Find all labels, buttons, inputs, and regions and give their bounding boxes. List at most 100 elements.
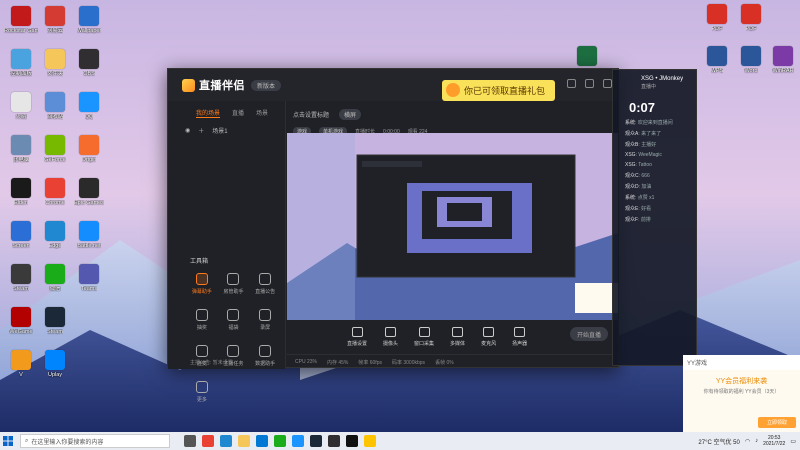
douyin-icon[interactable]: [346, 435, 358, 447]
chat-user[interactable]: XSG: [625, 152, 636, 158]
desktop-icon[interactable]: V: [4, 350, 38, 390]
desktop-icon[interactable]: 网易云: [38, 6, 72, 46]
chat-panel[interactable]: XSG • JMonkey 直播中 0:07 系统: 欢迎来到直播间 观众A: 来…: [612, 69, 697, 366]
chat-user[interactable]: 系统: [625, 120, 635, 126]
desktop-icon[interactable]: WeGame: [4, 307, 38, 347]
start-button[interactable]: [0, 432, 16, 450]
edge-icon[interactable]: [220, 435, 232, 447]
gift-banner[interactable]: 你已可领取直播礼包: [442, 80, 555, 101]
desktop-icon[interactable]: 火绒: [4, 92, 38, 132]
desktop-icon[interactable]: Origin: [72, 135, 106, 175]
volume-icon[interactable]: ♪: [755, 438, 758, 444]
add-icon[interactable]: ＋: [198, 126, 204, 135]
steam-icon[interactable]: [310, 435, 322, 447]
clock[interactable]: 20:53 2021/7/22: [763, 435, 785, 447]
desktop-icon[interactable]: Edge: [38, 221, 72, 261]
desktop-icon[interactable]: 此电脑: [4, 135, 38, 175]
version-badge[interactable]: 新版本: [251, 79, 282, 91]
weather-text[interactable]: 27°C 空气优 50: [698, 437, 739, 446]
desktop-icon[interactable]: WinRAR: [766, 46, 800, 86]
tab-scene[interactable]: 场景: [256, 108, 268, 118]
tool-item[interactable]: 更多: [186, 381, 218, 403]
chat-text: 加油: [641, 184, 652, 190]
wechat-icon[interactable]: [274, 435, 286, 447]
chat-user[interactable]: 系统: [625, 195, 635, 201]
qq-icon[interactable]: [292, 435, 304, 447]
control-button[interactable]: 扬声器: [512, 327, 527, 347]
title-setting-link[interactable]: 点击设置标题: [293, 110, 329, 119]
stream-preview[interactable]: [287, 133, 618, 320]
yy-claim-button[interactable]: 立即领取: [758, 417, 796, 428]
desktop-icon[interactable]: 回收站: [38, 92, 72, 132]
control-button[interactable]: 直播设置: [347, 327, 367, 347]
chat-user[interactable]: 观众F: [625, 217, 638, 223]
desktop-icon[interactable]: Epic Games: [72, 178, 106, 218]
tab-live[interactable]: 直播: [232, 108, 244, 118]
desktop-icon[interactable]: Teams: [72, 264, 106, 304]
app-icon: [11, 350, 31, 370]
desktop-icon[interactable]: 文件夹: [38, 49, 72, 89]
yy-icon[interactable]: [364, 435, 376, 447]
maximize-icon[interactable]: [585, 79, 594, 88]
chat-line: 观众B: 主播好: [613, 137, 696, 148]
tool-item[interactable]: 录屏: [249, 309, 281, 331]
chat-user[interactable]: 观众A: [625, 131, 638, 137]
control-button[interactable]: 麦克风: [481, 327, 496, 347]
taskbar-search[interactable]: ⌕ 在这里输入你要搜索的内容: [20, 434, 170, 448]
notification-icon[interactable]: ▭: [790, 438, 796, 445]
search-icon: ⌕: [25, 437, 29, 444]
control-button[interactable]: 摄像头: [383, 327, 398, 347]
control-button[interactable]: 窗口采集: [414, 327, 434, 347]
desktop-icon[interactable]: Elden: [4, 178, 38, 218]
tool-item[interactable]: 直播公告: [249, 273, 281, 295]
chat-user[interactable]: 观众D: [625, 184, 639, 190]
scene-row[interactable]: ◉ ＋ 场景1: [168, 118, 285, 135]
desktop-icon[interactable]: Steam: [38, 307, 72, 347]
tool-item[interactable]: 数据助手: [249, 345, 281, 367]
task-view-icon[interactable]: [184, 435, 196, 447]
yy-popup[interactable]: YY游戏 YY会员福利来袭 你有待领取的福利 YY会员（3天） 立即领取: [683, 355, 800, 432]
chat-user[interactable]: XSG: [625, 162, 636, 168]
store-icon[interactable]: [256, 435, 268, 447]
desktop-icon[interactable]: Steam: [4, 264, 38, 304]
desktop-icon[interactable]: OBS: [72, 49, 106, 89]
live-streaming-app-window[interactable]: 直播伴侣 新版本 你已可领取直播礼包 我的场景 直播 场景 ◉ ＋ 场景1 工具…: [167, 68, 619, 403]
desktop-icon[interactable]: PDF: [700, 4, 734, 44]
desktop-icon[interactable]: Rockstar Games: [4, 6, 38, 46]
desktop-icon[interactable]: 微信: [38, 264, 72, 304]
desktop-icon[interactable]: GeForce: [38, 135, 72, 175]
tool-item[interactable]: 弹幕助手: [186, 273, 218, 295]
chat-user[interactable]: 观众E: [625, 206, 638, 212]
desktop-icon-label: PDF: [711, 26, 723, 32]
eye-icon[interactable]: ◉: [185, 127, 190, 134]
desktop-icon[interactable]: 控制面板: [4, 49, 38, 89]
minimize-icon[interactable]: [567, 79, 576, 88]
orientation-pill[interactable]: 横屏: [339, 109, 362, 120]
desktop-icon[interactable]: WPS: [700, 46, 734, 86]
start-live-button[interactable]: 开始直播: [570, 327, 608, 341]
desktop-icon[interactable]: Screen: [4, 221, 38, 261]
control-icon: [418, 327, 430, 337]
desktop-icon[interactable]: QQ: [72, 92, 106, 132]
desktop-icon[interactable]: Chrome: [38, 178, 72, 218]
tool-label: 直播公告: [255, 289, 276, 295]
desktop-icon[interactable]: Uplay: [38, 350, 72, 390]
close-icon[interactable]: [603, 79, 612, 88]
explorer-icon[interactable]: [238, 435, 250, 447]
tool-item[interactable]: 房管助手: [218, 273, 250, 295]
control-button[interactable]: 多媒体: [450, 327, 465, 347]
network-icon[interactable]: ◠: [745, 438, 750, 445]
desktop-icon[interactable]: Wallpaper: [72, 6, 106, 46]
desktop-icon[interactable]: PDF: [734, 4, 768, 44]
desktop-icon[interactable]: Word: [734, 46, 768, 86]
chat-user[interactable]: 观众B: [625, 142, 638, 148]
chrome-icon[interactable]: [202, 435, 214, 447]
desktop-icon[interactable]: Battle.net: [72, 221, 106, 261]
tool-item[interactable]: 福袋: [218, 309, 250, 331]
chat-user[interactable]: 观众C: [625, 173, 639, 179]
tool-item[interactable]: 抽奖: [186, 309, 218, 331]
windows-icon: [3, 436, 13, 446]
obs-icon[interactable]: [328, 435, 340, 447]
tool-label: 录屏: [260, 325, 271, 331]
tab-my-scene[interactable]: 我的场景: [196, 108, 221, 118]
